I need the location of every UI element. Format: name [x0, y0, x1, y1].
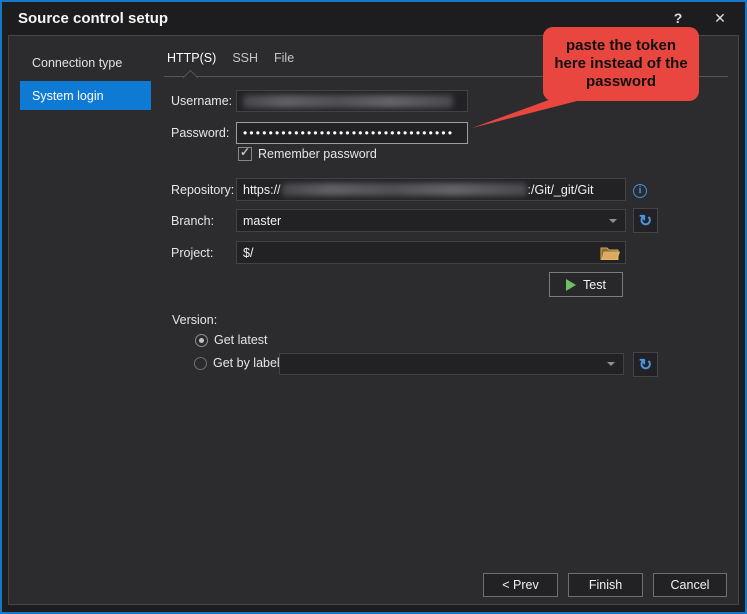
callout-text-line: paste the token — [565, 37, 677, 54]
callout-text-line: password — [585, 73, 657, 90]
chevron-down-icon — [607, 362, 615, 366]
annotation-callout: paste the token here instead of the pass… — [543, 27, 699, 101]
info-icon[interactable]: i — [633, 184, 647, 198]
remember-password-checkbox-row[interactable]: ✓ Remember password — [238, 145, 377, 161]
repository-url-prefix: https:// — [243, 182, 281, 197]
branch-label: Branch: — [171, 214, 215, 228]
project-value: $/ — [243, 245, 254, 260]
tab-ssh[interactable]: SSH — [232, 51, 258, 71]
project-label: Project: — [171, 246, 214, 260]
test-button[interactable]: Test — [549, 272, 623, 297]
username-label: Username: — [171, 94, 233, 108]
password-input[interactable]: ••••••••••••••••••••••••••••••••• — [236, 122, 468, 144]
get-by-label-radio-row[interactable]: Get by label: — [194, 356, 283, 370]
get-by-label-dropdown[interactable] — [279, 353, 624, 375]
repository-label: Repository: — [171, 183, 235, 197]
finish-button[interactable]: Finish — [568, 573, 643, 597]
redacted-username-value — [243, 94, 453, 108]
branch-dropdown[interactable]: master — [236, 209, 626, 232]
prev-button[interactable]: < Prev — [483, 573, 558, 597]
chevron-down-icon — [609, 218, 617, 223]
get-latest-label: Get latest — [214, 333, 268, 347]
source-control-setup-dialog: Source control setup ? ✕ Connection type… — [0, 0, 747, 614]
cancel-button[interactable]: Cancel — [653, 573, 727, 597]
branch-value: master — [243, 213, 282, 228]
check-icon: ✓ — [240, 145, 251, 159]
tab-file[interactable]: File — [274, 51, 294, 71]
password-label: Password: — [171, 126, 230, 140]
refresh-icon: ↻ — [638, 356, 653, 374]
dialog-body-panel: Connection type System login HTTP(S) SSH… — [8, 35, 739, 605]
get-by-label-label: Get by label: — [213, 356, 284, 370]
protocol-tabs: HTTP(S) SSH File — [167, 51, 310, 71]
sidebar-item-system-login[interactable]: System login — [20, 81, 151, 110]
tab-https[interactable]: HTTP(S) — [167, 51, 216, 71]
close-icon[interactable]: ✕ — [707, 2, 733, 35]
sidebar-item-label: System login — [32, 88, 104, 103]
radio-unselected[interactable] — [194, 356, 207, 370]
test-button-label: Test — [583, 277, 606, 292]
callout-text-line: here instead of the — [554, 55, 688, 72]
redacted-repository-host — [281, 183, 527, 196]
version-label: Version: — [172, 313, 218, 327]
username-input[interactable] — [236, 90, 468, 112]
radio-selected[interactable] — [195, 333, 208, 347]
branch-refresh-button[interactable]: ↻ — [633, 208, 658, 233]
label-refresh-button[interactable]: ↻ — [633, 352, 658, 377]
folder-browse-icon[interactable] — [600, 246, 621, 261]
get-latest-radio-row[interactable]: Get latest — [195, 333, 268, 347]
active-tab-notch — [182, 69, 199, 86]
refresh-icon: ↻ — [638, 212, 653, 230]
repository-input[interactable]: https:// :/Git/_git/Git — [236, 178, 626, 201]
remember-password-label: Remember password — [258, 147, 377, 161]
masked-password-value: ••••••••••••••••••••••••••••••••• — [243, 126, 455, 140]
connection-type-heading: Connection type — [32, 56, 123, 70]
repository-url-suffix: :/Git/_git/Git — [527, 182, 594, 197]
play-icon — [566, 278, 577, 291]
dialog-title: Source control setup — [18, 10, 169, 27]
project-input[interactable]: $/ — [236, 241, 626, 264]
checkbox-checked[interactable]: ✓ — [238, 145, 252, 161]
